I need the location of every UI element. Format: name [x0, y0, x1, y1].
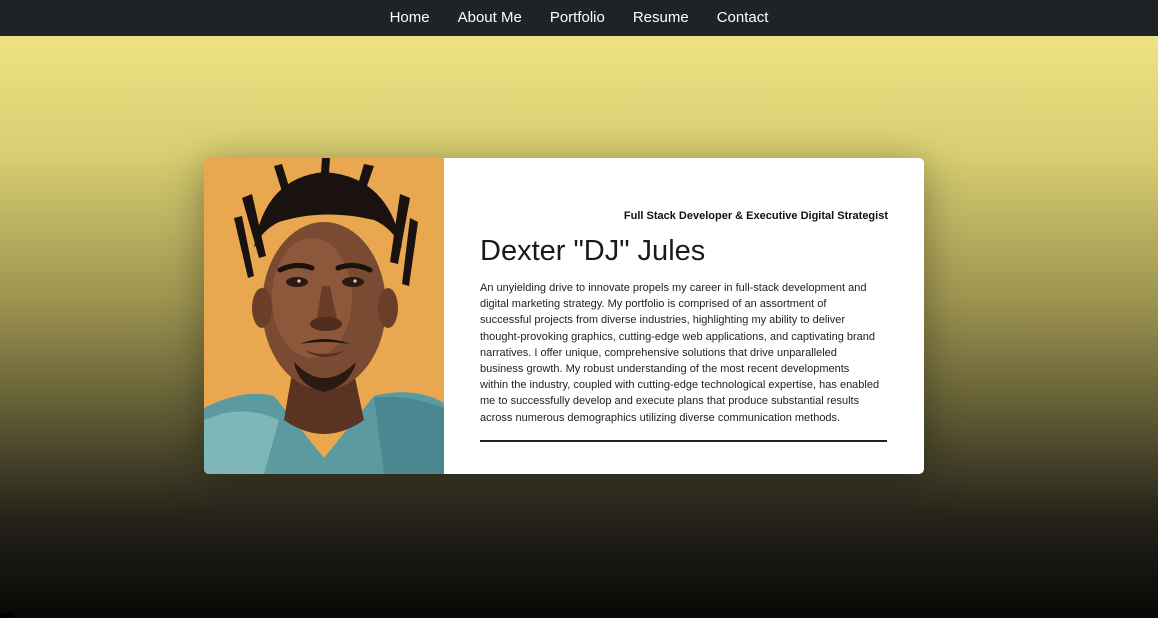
nav-link-portfolio[interactable]: Portfolio — [550, 0, 605, 36]
top-navbar: Home About Me Portfolio Resume Contact — [0, 0, 1158, 36]
profile-card: Full Stack Developer & Executive Digital… — [204, 158, 924, 474]
nav-link-resume[interactable]: Resume — [633, 0, 689, 36]
profile-name: Dexter "DJ" Jules — [480, 235, 706, 267]
portrait-illustration — [204, 158, 444, 474]
nav-link-contact[interactable]: Contact — [717, 0, 769, 36]
nav-link-about-me[interactable]: About Me — [458, 0, 522, 36]
divider — [480, 439, 887, 442]
corner-mark — [0, 613, 14, 618]
profile-portrait — [204, 158, 444, 474]
nav-link-home[interactable]: Home — [390, 0, 430, 36]
profile-subtitle: Full Stack Developer & Executive Digital… — [623, 210, 888, 222]
profile-content: Full Stack Developer & Executive Digital… — [444, 158, 924, 474]
profile-bio: An unyielding drive to innovate propels … — [480, 282, 880, 424]
